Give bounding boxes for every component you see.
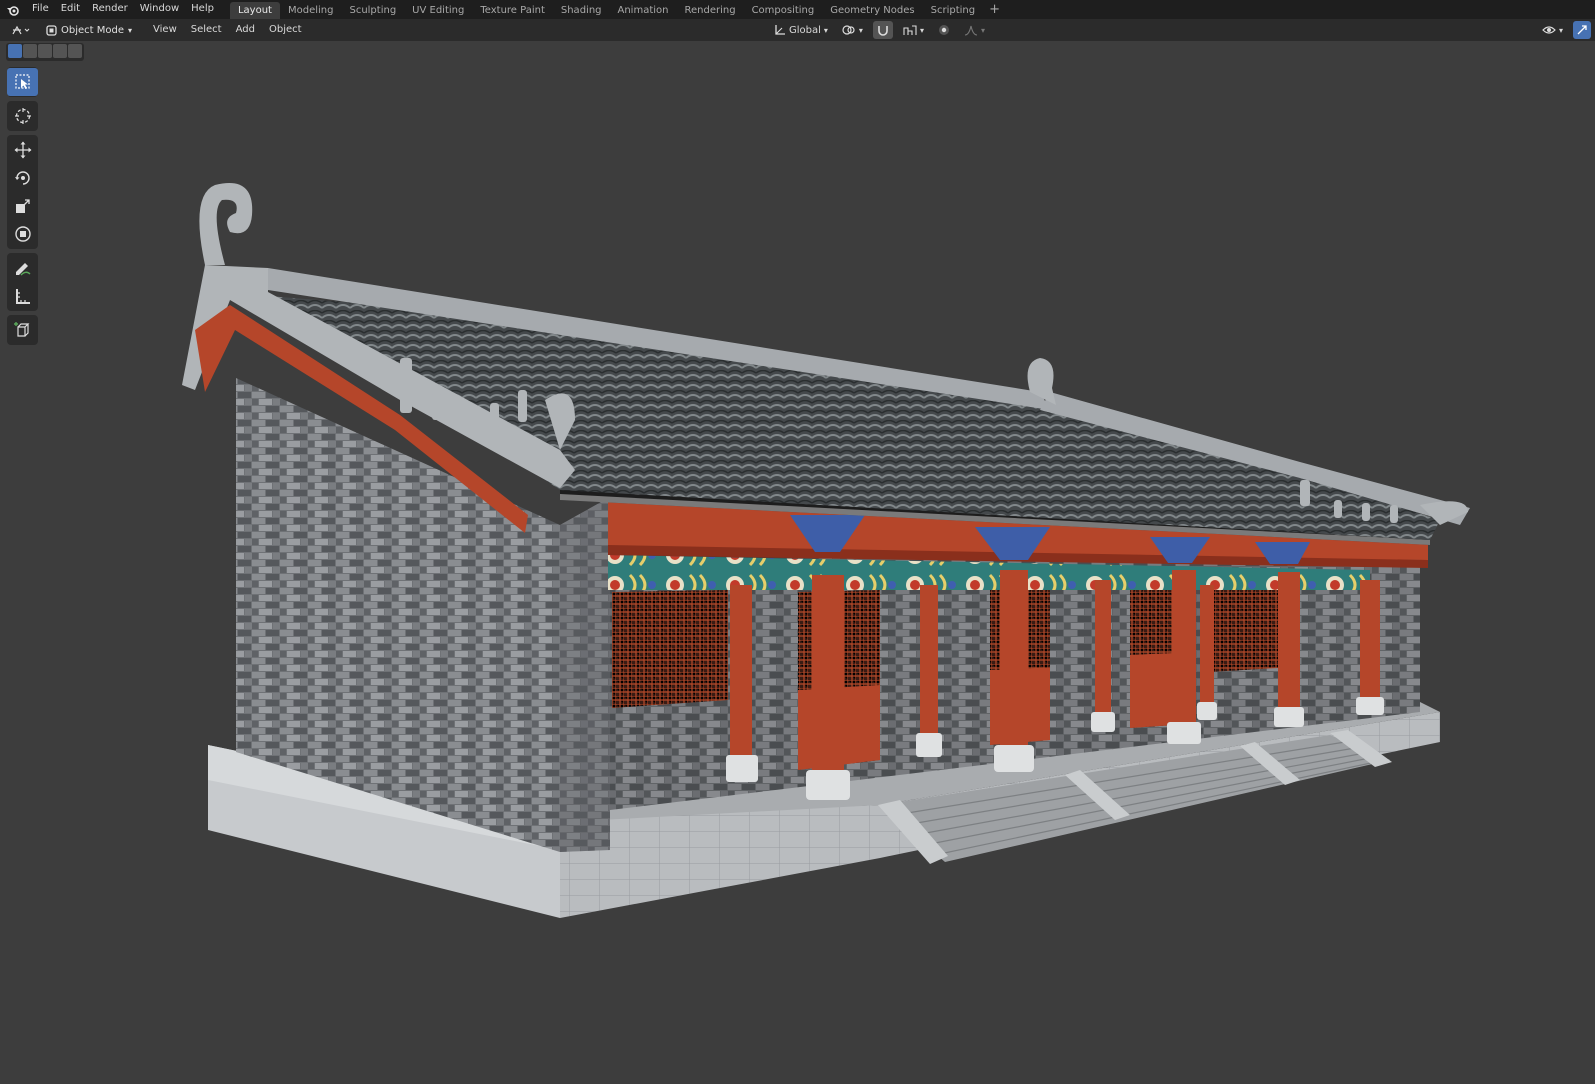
tab-compositing[interactable]: Compositing — [744, 2, 823, 19]
viewport-header: Object Mode ▾ View Select Add Object Global… — [0, 19, 1595, 41]
header-menu-add[interactable]: Add — [229, 21, 262, 39]
mode-select[interactable]: Object Mode ▾ — [40, 21, 139, 39]
gizmo-toggle[interactable] — [1573, 21, 1591, 39]
orientation-label: Global — [789, 24, 821, 36]
tab-layout[interactable]: Layout — [229, 2, 280, 19]
temple-model[interactable] — [0, 41, 1595, 1080]
proportional-edit-icon — [938, 25, 949, 35]
tab-geometry-nodes[interactable]: Geometry Nodes — [822, 2, 922, 19]
tab-modeling[interactable]: Modeling — [280, 2, 342, 19]
header-menu-select[interactable]: Select — [184, 21, 229, 39]
tab-sculpting[interactable]: Sculpting — [341, 2, 404, 19]
menu-window[interactable]: Window — [134, 0, 185, 19]
chevron-down-icon: ▾ — [919, 25, 924, 35]
tab-uv-editing[interactable]: UV Editing — [404, 2, 472, 19]
3d-viewport[interactable] — [0, 41, 1595, 1080]
orientation-icon — [775, 25, 785, 35]
menu-file[interactable]: File — [26, 0, 55, 19]
add-workspace-button[interactable]: + — [983, 2, 1006, 19]
pivot-point-select[interactable]: ▾ — [838, 21, 867, 39]
tab-animation[interactable]: Animation — [610, 2, 677, 19]
top-bar: File Edit Render Window Help Layout Modeling S… — [0, 0, 1595, 19]
workspace-tabs: Layout Modeling Sculpting UV Editing Texture… — [229, 0, 1006, 19]
menu-help[interactable]: Help — [185, 0, 220, 19]
proportional-edit-toggle[interactable] — [934, 21, 954, 39]
snap-grid-icon — [903, 25, 917, 35]
snap-toggle[interactable] — [872, 21, 893, 39]
tab-rendering[interactable]: Rendering — [676, 2, 743, 19]
transform-orientation-select[interactable]: Global ▾ — [770, 21, 832, 39]
header-menu-view[interactable]: View — [146, 21, 184, 39]
editor-type-button[interactable] — [6, 21, 36, 39]
chevron-down-icon: ▾ — [823, 25, 828, 35]
mode-label: Object Mode — [61, 24, 124, 36]
gizmo-icon — [1577, 25, 1587, 35]
header-menu-object[interactable]: Object — [262, 21, 309, 39]
snap-target-select[interactable]: ▾ — [899, 21, 928, 39]
menu-edit[interactable]: Edit — [55, 0, 86, 19]
blender-logo-icon[interactable] — [0, 0, 26, 19]
falloff-curve-icon — [964, 25, 978, 36]
visibility-select[interactable]: ▾ — [1538, 21, 1567, 39]
tab-shading[interactable]: Shading — [553, 2, 610, 19]
menu-render[interactable]: Render — [86, 0, 134, 19]
tab-scripting[interactable]: Scripting — [923, 2, 983, 19]
magnet-icon — [878, 26, 888, 36]
chevron-down-icon: ▾ — [858, 25, 863, 35]
tab-texture-paint[interactable]: Texture Paint — [472, 2, 553, 19]
chevron-down-icon: ▾ — [980, 25, 985, 35]
eye-icon — [1542, 26, 1556, 34]
chevron-down-icon: ▾ — [128, 25, 133, 35]
object-mode-icon — [46, 24, 57, 36]
chevron-down-icon: ▾ — [1558, 25, 1563, 35]
falloff-select[interactable]: ▾ — [960, 21, 989, 39]
pivot-icon — [842, 25, 855, 35]
